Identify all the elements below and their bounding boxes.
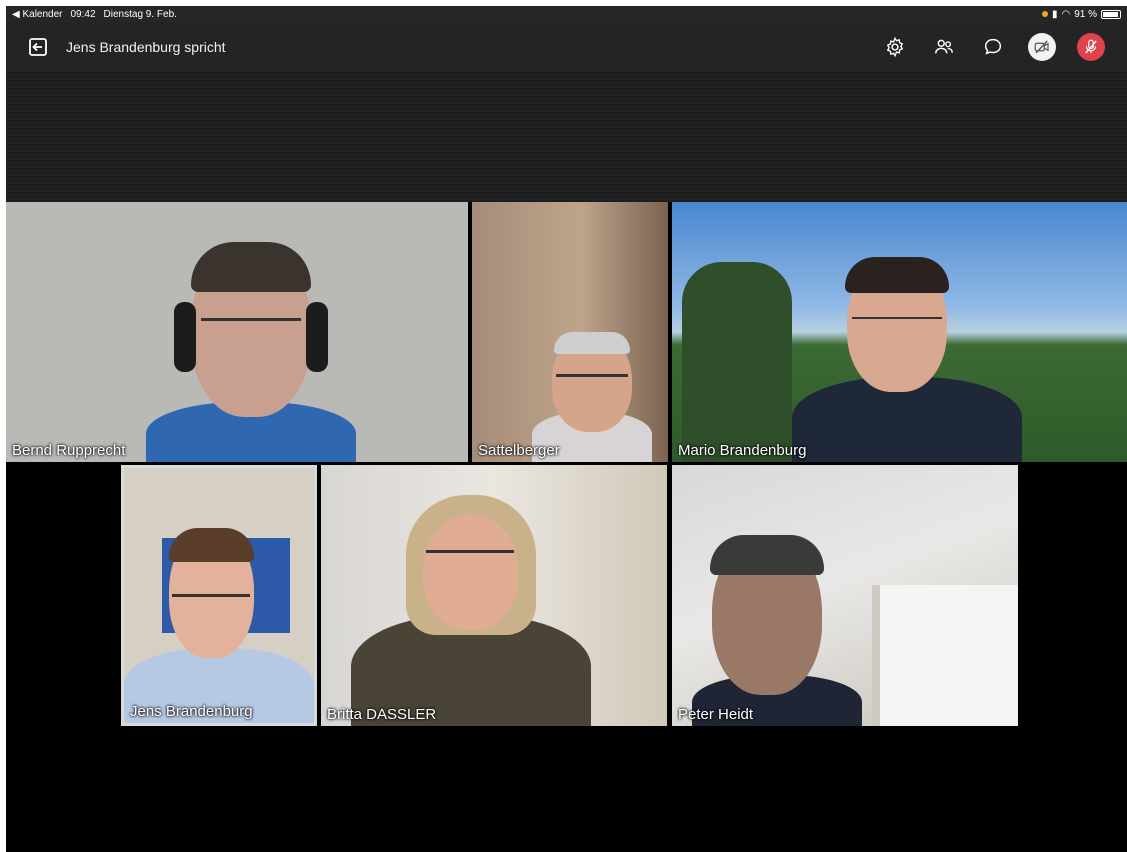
back-to-app-link[interactable]: ◀ Kalender — [12, 9, 63, 20]
video-tile-bernd-rupprecht[interactable]: Bernd Rupprecht — [6, 202, 468, 462]
participant-video — [136, 242, 366, 462]
participant-name: Bernd Rupprecht — [12, 442, 126, 459]
participant-name: Peter Heidt — [678, 706, 754, 723]
participant-name: Jens Brandenburg — [130, 703, 253, 720]
participant-video — [792, 257, 1022, 462]
call-toolbar: Jens Brandenburg spricht — [6, 22, 1127, 72]
battery-percent: 91 % — [1074, 8, 1097, 20]
date: Dienstag 9. Feb. — [103, 8, 177, 20]
participant-video — [692, 535, 862, 726]
settings-icon[interactable] — [881, 33, 909, 61]
video-call-screen: ◀ Kalender 09:42 Dienstag 9. Feb. ▮ ◠ 91… — [6, 6, 1127, 852]
participant-name: Britta DASSLER — [327, 706, 437, 723]
video-tile-sattelberger[interactable]: Sattelberger — [472, 202, 668, 462]
active-speaker-label: Jens Brandenburg spricht — [66, 39, 226, 55]
leave-icon[interactable] — [28, 37, 48, 57]
wifi-icon: ◠ — [1061, 8, 1071, 20]
window-background — [872, 585, 1018, 726]
video-tile-mario-brandenburg[interactable]: Mario Brandenburg — [672, 202, 1127, 462]
status-bar: ◀ Kalender 09:42 Dienstag 9. Feb. ▮ ◠ 91… — [6, 6, 1127, 22]
battery-icon — [1101, 9, 1121, 19]
participant-video — [124, 528, 314, 723]
video-tile-jens-brandenburg[interactable]: Jens Brandenburg — [121, 465, 317, 726]
participants-icon[interactable] — [930, 33, 958, 61]
chat-icon[interactable] — [979, 33, 1007, 61]
participant-name: Mario Brandenburg — [678, 442, 807, 459]
signal-icon: ▮ — [1051, 8, 1058, 20]
participant-video — [351, 495, 591, 726]
tree-background — [682, 262, 792, 462]
speaker-view-area — [6, 72, 1127, 202]
mic-off-icon[interactable] — [1077, 33, 1105, 61]
recording-dot-icon — [1041, 11, 1048, 17]
video-tile-britta-dassler[interactable]: Britta DASSLER — [321, 465, 667, 726]
participant-name: Sattelberger — [478, 442, 560, 459]
camera-off-icon[interactable] — [1028, 33, 1056, 61]
clock: 09:42 — [70, 8, 96, 20]
video-tile-peter-heidt[interactable]: Peter Heidt — [672, 465, 1018, 726]
